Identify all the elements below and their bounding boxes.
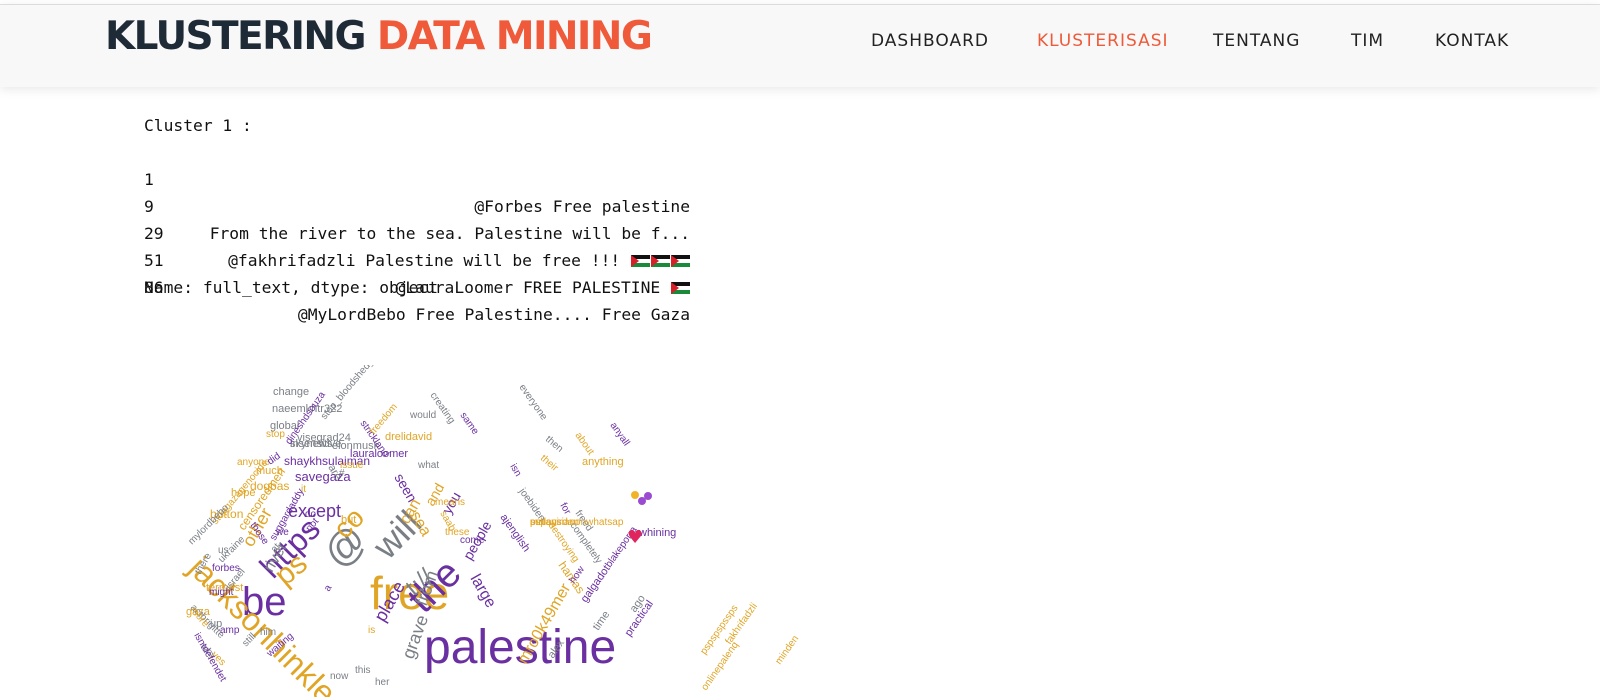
emoji-dot-icon [631,491,639,499]
nav-tim[interactable]: TIM [1351,31,1384,51]
wordcloud-word: for [557,501,573,517]
wordcloud-word: seen [391,471,420,505]
output-row: 86 @MyLordBebo Free Palestine.... Free G… [144,247,690,324]
nav-klusterisasi[interactable]: KLUSTERISASI [1037,31,1169,51]
wordcloud-word: same [458,410,481,437]
wordcloud-word: forbes [212,563,240,574]
wordcloud-word: her [375,677,390,688]
brand-logo[interactable]: KLUSTERING DATA MINING [105,14,653,59]
wordcloud-word: come [460,535,485,546]
output-row: 9 From the river to the sea. Palestine w… [144,166,690,243]
wordcloud-word: this [355,665,371,676]
wordcloud-word: might [209,587,234,598]
wordcloud-word: ajenglish [498,512,533,554]
wordcloud-word: but [341,514,356,526]
output-row: 29 @fakhrifadzli Palestine will be free … [144,193,690,270]
nav-tentang[interactable]: TENTANG [1213,31,1300,51]
nav-dashboard[interactable]: DASHBOARD [871,31,989,51]
navbar: KLUSTERING DATA MINING DASHBOARD KLUSTER… [0,5,1600,87]
wordcloud-word: minden [773,634,801,667]
wordcloud-svg: palestinefreebe the@willjacksonhinklehttp… [181,365,801,697]
wordcloud-word: amp [220,625,240,636]
wordcloud-word: now [330,671,349,682]
wordcloud-word: what [417,460,439,471]
wordcloud-word: change [273,386,309,398]
brand-title-part2: DATA MINING [376,14,653,59]
wordcloud-word: anything [582,456,624,468]
row-text: @MyLordBebo Free Palestine.... Free Gaza [297,305,690,324]
wordcloud-word: sultanirdan [530,517,579,528]
wordcloud-word: stop [266,429,285,440]
cluster-heading: Cluster 1 : [144,116,252,135]
wordcloud-word: everyone [517,382,550,422]
wordcloud-word: then [543,434,565,455]
wordcloud-word: would [409,410,436,421]
wordcloud-word: large [467,572,500,611]
output-row: 51 @LauraLoomer FREE PALESTINE [144,220,690,297]
wordcloud-word: anyall [608,420,632,448]
wordcloud-word: do [305,509,317,520]
brand-title-part1: KLUSTERING [105,14,366,59]
wordcloud-word: is [368,625,375,636]
wordcloud-word: their [538,453,560,474]
wordcloud-word: means [435,497,465,508]
wordcloud-image: palestine free be the @ will jacksonhinkle http… [180,365,880,697]
wordcloud-word: insensitive [290,438,341,450]
nav-kontak[interactable]: KONTAK [1435,31,1509,51]
heart-icon: ♥ [627,527,643,548]
wordcloud-word: whining [638,527,676,539]
output-footer: Name: full_text, dtype: object [144,278,439,297]
wordcloud-word: issue [340,460,364,471]
emoji-dot-icon [644,492,652,500]
wordcloud-word: a [322,583,335,594]
wordcloud-word: drelidavid [385,431,432,443]
wordcloud-word: him [260,627,276,638]
palestine-flag-icon [671,282,690,294]
output-row: 1 @Forbes Free palestine [144,139,690,216]
wordcloud-word: mylordbebo [186,502,231,547]
wordcloud-word: isn [507,462,523,479]
row-text-with-flags: @LauraLoomer FREE PALESTINE [396,274,690,301]
wordcloud-word: about [573,430,596,457]
